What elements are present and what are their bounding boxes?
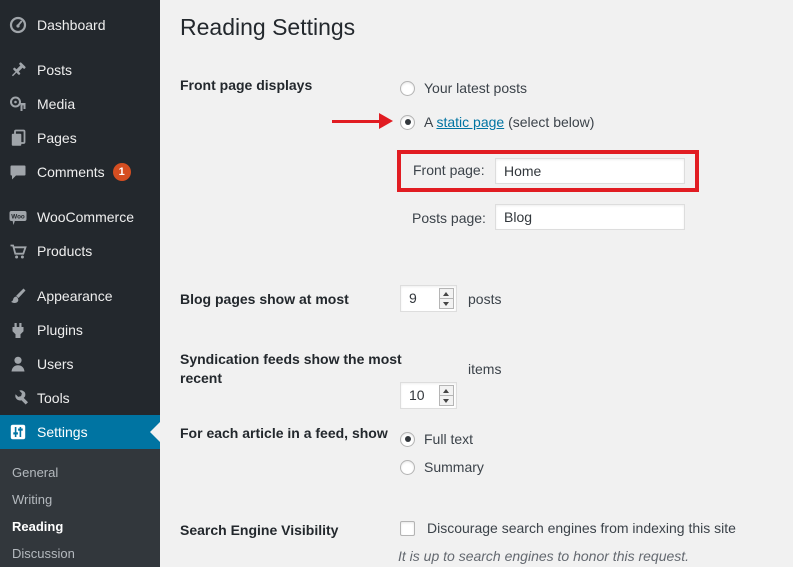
syndication-unit: items <box>468 361 501 377</box>
menu-separator <box>0 268 160 279</box>
submenu-item-writing[interactable]: Writing <box>0 486 160 513</box>
sidebar-item-posts[interactable]: Posts <box>0 53 160 87</box>
latest-posts-radio[interactable] <box>400 81 415 96</box>
discourage-indexing-option[interactable]: Discourage search engines from indexing … <box>400 520 736 536</box>
front-page-input[interactable] <box>495 158 685 184</box>
comments-count-badge: 1 <box>113 163 131 181</box>
admin-sidebar: Dashboard Posts Media Pages Comments <box>0 0 160 567</box>
summary-radio[interactable] <box>400 460 415 475</box>
blog-pages-label: Blog pages show at most <box>180 290 405 309</box>
stepper-up-icon[interactable] <box>440 289 453 299</box>
admin-menu: Dashboard Posts Media Pages Comments <box>0 8 160 449</box>
stepper-arrows[interactable] <box>439 288 454 309</box>
stepper-down-icon[interactable] <box>440 396 453 405</box>
sidebar-item-label: Appearance <box>37 288 113 304</box>
blog-pages-value: 9 <box>409 286 417 311</box>
sidebar-item-appearance[interactable]: Appearance <box>0 279 160 313</box>
appearance-icon <box>8 286 28 306</box>
sidebar-item-pages[interactable]: Pages <box>0 121 160 155</box>
discourage-indexing-label: Discourage search engines from indexing … <box>427 520 736 536</box>
discourage-indexing-checkbox[interactable] <box>400 521 415 536</box>
annotation-arrow-head <box>379 113 393 129</box>
static-page-label: A static page (select below) <box>424 114 594 130</box>
settings-icon <box>8 422 28 442</box>
search-visibility-label: Search Engine Visibility <box>180 521 405 540</box>
sidebar-item-label: Settings <box>37 424 88 440</box>
media-icon <box>8 94 28 114</box>
menu-separator <box>0 42 160 53</box>
sidebar-item-settings[interactable]: Settings <box>0 415 160 449</box>
sidebar-item-label: WooCommerce <box>37 209 134 225</box>
front-page-field-label: Front page: <box>413 162 485 178</box>
cart-icon <box>8 241 28 261</box>
settings-submenu: General Writing Reading Discussion <box>0 449 160 567</box>
summary-label: Summary <box>424 459 484 475</box>
option-summary[interactable]: Summary <box>400 459 484 475</box>
main-content: Reading Settings Front page displays You… <box>160 0 793 567</box>
page-title: Reading Settings <box>180 13 355 42</box>
woocommerce-icon: Woo <box>8 207 28 227</box>
front-page-displays-label: Front page displays <box>180 76 405 95</box>
sidebar-item-label: Posts <box>37 62 72 78</box>
syndication-label: Syndication feeds show the most recent <box>180 350 405 388</box>
sidebar-item-label: Dashboard <box>37 17 106 33</box>
sidebar-item-plugins[interactable]: Plugins <box>0 313 160 347</box>
sidebar-item-label: Comments <box>37 164 105 180</box>
submenu-item-general[interactable]: General <box>0 459 160 486</box>
sidebar-item-label: Tools <box>37 390 70 406</box>
option-your-latest-posts[interactable]: Your latest posts <box>400 80 527 96</box>
active-item-notch <box>150 422 160 442</box>
syndication-stepper[interactable]: 10 <box>400 382 457 409</box>
users-icon <box>8 354 28 374</box>
blog-pages-stepper[interactable]: 9 <box>400 285 457 312</box>
option-full-text[interactable]: Full text <box>400 431 473 447</box>
posts-page-input[interactable] <box>495 204 685 230</box>
posts-page-field-label: Posts page: <box>412 210 486 226</box>
comments-icon <box>8 162 28 182</box>
sidebar-item-users[interactable]: Users <box>0 347 160 381</box>
menu-separator <box>0 189 160 200</box>
static-page-link[interactable]: static page <box>436 114 504 130</box>
sidebar-item-label: Plugins <box>37 322 83 338</box>
submenu-item-discussion[interactable]: Discussion <box>0 540 160 567</box>
sidebar-item-label: Pages <box>37 130 77 146</box>
wrench-icon <box>8 388 28 408</box>
plugins-icon <box>8 320 28 340</box>
syndication-value: 10 <box>409 383 425 408</box>
sidebar-item-woocommerce[interactable]: Woo WooCommerce <box>0 200 160 234</box>
sidebar-item-products[interactable]: Products <box>0 234 160 268</box>
latest-posts-label: Your latest posts <box>424 80 527 96</box>
stepper-arrows[interactable] <box>439 385 454 406</box>
static-page-label-suffix: (select below) <box>504 114 594 130</box>
search-visibility-note: It is up to search engines to honor this… <box>398 548 689 564</box>
full-text-label: Full text <box>424 431 473 447</box>
blog-pages-unit: posts <box>468 291 501 307</box>
static-page-radio[interactable] <box>400 115 415 130</box>
sidebar-item-comments[interactable]: Comments 1 <box>0 155 160 189</box>
submenu-item-reading[interactable]: Reading <box>0 513 160 540</box>
sidebar-item-dashboard[interactable]: Dashboard <box>0 8 160 42</box>
sidebar-item-label: Products <box>37 243 92 259</box>
static-page-label-prefix: A <box>424 114 436 130</box>
feed-article-label: For each article in a feed, show <box>180 424 395 443</box>
stepper-down-icon[interactable] <box>440 299 453 308</box>
pages-icon <box>8 128 28 148</box>
annotation-arrow-line <box>332 120 379 123</box>
stepper-up-icon[interactable] <box>440 386 453 396</box>
svg-text:Woo: Woo <box>11 213 25 220</box>
sidebar-item-label: Media <box>37 96 75 112</box>
sidebar-item-tools[interactable]: Tools <box>0 381 160 415</box>
option-static-page[interactable]: A static page (select below) <box>400 114 594 130</box>
dashboard-icon <box>8 15 28 35</box>
sidebar-item-label: Users <box>37 356 74 372</box>
full-text-radio[interactable] <box>400 432 415 447</box>
pin-icon <box>8 60 28 80</box>
sidebar-item-media[interactable]: Media <box>0 87 160 121</box>
